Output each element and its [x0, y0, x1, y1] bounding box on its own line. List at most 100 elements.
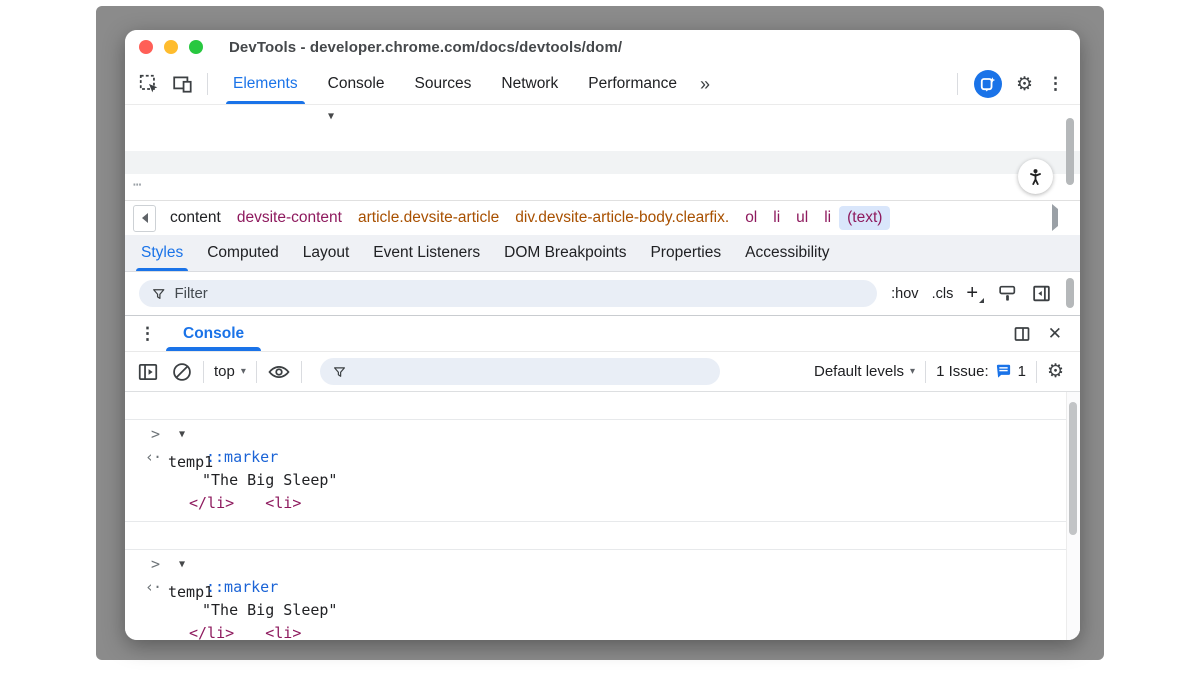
sidebar-pane-tabs: Styles Computed Layout Event Listeners D… [125, 235, 1080, 272]
toolbar-separator [957, 73, 958, 95]
breadcrumb-li2[interactable]: li [816, 206, 839, 230]
tab-sources[interactable]: Sources [400, 64, 487, 104]
result-li-close: </li> [189, 624, 234, 640]
dom-node-li-close[interactable]: </li> [125, 174, 1080, 197]
close-window-button[interactable] [139, 40, 153, 54]
console-result-message[interactable]: ‹· ▼ <li> ::marker "The Big Sleep" </li> [125, 420, 1080, 522]
javascript-context-dropdown[interactable]: top▾ [214, 363, 246, 380]
result-text: "The Big Sleep" [202, 601, 337, 619]
tab-console[interactable]: Console [313, 64, 400, 104]
tab-performance[interactable]: Performance [573, 64, 692, 104]
console-filter-input[interactable] [355, 363, 708, 380]
toolbar-separator [925, 361, 926, 383]
device-toolbar-icon[interactable] [169, 70, 197, 98]
element-classes-button[interactable]: .cls [932, 286, 954, 302]
ai-assistance-icon[interactable] [974, 70, 1002, 98]
styles-filter-bar: :hov .cls + [125, 272, 1080, 315]
dom-node-text-selected[interactable]: ⋯ "The Big Sleep"==$0 [125, 151, 1080, 174]
styles-toolbar-controls: :hov .cls + [891, 282, 1052, 305]
console-output: > temp1 ‹· ▼ <li> ::marker "The Big Slee… [125, 392, 1080, 640]
result-text: "The Big Sleep" [202, 471, 337, 489]
toolbar-separator [301, 361, 302, 383]
toolbar-separator [256, 361, 257, 383]
elements-scrollbar-thumb[interactable] [1066, 118, 1074, 185]
styles-scrollbar-thumb[interactable] [1066, 278, 1074, 308]
filter-funnel-icon [151, 286, 166, 302]
tab-network[interactable]: Network [486, 64, 573, 104]
breadcrumb-text-selected[interactable]: (text) [839, 206, 890, 230]
drawer-right-controls: ✕ [1012, 324, 1062, 344]
devtools-window: DevTools - developer.chrome.com/docs/dev… [125, 30, 1080, 640]
toolbar-separator [207, 73, 208, 95]
drawer-header: ⋮ Console ✕ [125, 315, 1080, 352]
more-tabs-icon[interactable]: » [692, 74, 718, 95]
computed-sidebar-toggle-icon[interactable] [1031, 283, 1052, 304]
tab-styles[interactable]: Styles [129, 235, 195, 271]
toolbar-right-tools: ⚙ ⋮ [955, 70, 1064, 98]
styles-filter-field[interactable] [139, 280, 877, 307]
console-result-message[interactable]: ‹· ▼ <li> ::marker "The Big Sleep" </li> [125, 550, 1080, 640]
console-scrollbar[interactable] [1066, 392, 1080, 640]
accessibility-fab-button[interactable] [1018, 159, 1053, 194]
tab-properties[interactable]: Properties [638, 235, 733, 271]
tab-elements[interactable]: Elements [218, 64, 313, 104]
console-sidebar-icon[interactable] [137, 361, 159, 383]
console-input-echo[interactable]: > temp1 [125, 522, 1080, 550]
filter-funnel-icon [332, 364, 347, 380]
close-drawer-icon[interactable]: ✕ [1048, 324, 1062, 344]
styles-filter-input[interactable] [174, 285, 865, 302]
drawer-kebab-menu-icon[interactable]: ⋮ [139, 324, 156, 344]
collapse-arrow-icon[interactable]: ▼ [179, 553, 185, 576]
breadcrumb-forward-icon[interactable] [1052, 209, 1072, 227]
result-marker: ::marker [206, 578, 278, 596]
toolbar-separator [1036, 361, 1037, 383]
settings-gear-icon[interactable]: ⚙ [1016, 75, 1033, 94]
console-input-echo[interactable]: > temp1 [125, 392, 1080, 420]
issue-message-icon [995, 363, 1012, 380]
tab-event-listeners[interactable]: Event Listeners [361, 235, 492, 271]
inspect-element-icon[interactable] [135, 70, 163, 98]
dom-node-li-open[interactable]: ▼ <li> [125, 105, 1080, 128]
breadcrumb-devsite-content[interactable]: devsite-content [229, 206, 350, 230]
live-expression-eye-icon[interactable] [267, 360, 291, 384]
result-marker: ::marker [206, 448, 278, 466]
breadcrumb-ol[interactable]: ol [737, 206, 765, 230]
chevron-down-icon: ▾ [910, 366, 915, 377]
dom-breadcrumbs: content devsite-content article.devsite-… [125, 200, 1080, 235]
elements-dom-tree: ▼ <li> ::marker ⋯ "The Big Sleep"==$0 </… [125, 105, 1080, 200]
rendering-emulations-icon[interactable] [997, 283, 1018, 304]
kebab-menu-icon[interactable]: ⋮ [1047, 74, 1064, 94]
console-filter-field[interactable] [320, 358, 720, 385]
clear-console-icon[interactable] [171, 361, 193, 383]
breadcrumb-content[interactable]: content [162, 206, 229, 230]
collapse-arrow-icon[interactable]: ▼ [179, 423, 185, 446]
breadcrumb-ul[interactable]: ul [788, 206, 816, 230]
toggle-element-state-button[interactable]: :hov [891, 286, 918, 302]
tab-accessibility[interactable]: Accessibility [733, 235, 841, 271]
window-title: DevTools - developer.chrome.com/docs/dev… [229, 39, 622, 56]
collapse-arrow-icon[interactable]: ▼ [328, 105, 334, 128]
dom-node-marker[interactable]: ::marker [125, 128, 1080, 151]
tab-dom-breakpoints[interactable]: DOM Breakpoints [492, 235, 638, 271]
panel-tabs: Elements Console Sources Network Perform… [218, 64, 692, 104]
new-style-rule-button[interactable]: + [966, 282, 984, 305]
maximize-window-button[interactable] [189, 40, 203, 54]
breadcrumb-back-icon[interactable] [133, 205, 156, 232]
breadcrumb-article[interactable]: article.devsite-article [350, 206, 507, 230]
tab-layout[interactable]: Layout [291, 235, 362, 271]
breadcrumb-div[interactable]: div.devsite-article-body.clearfix. [507, 206, 737, 230]
console-toolbar: top▾ Default levels▾ 1 Issue: 1 ⚙ [125, 352, 1080, 392]
log-levels-dropdown[interactable]: Default levels▾ [814, 363, 915, 380]
console-settings-gear-icon[interactable]: ⚙ [1047, 362, 1064, 381]
console-scrollbar-thumb[interactable] [1069, 402, 1077, 535]
toolbar-separator [203, 361, 204, 383]
issues-counter[interactable]: 1 Issue: 1 [936, 363, 1026, 380]
tab-computed[interactable]: Computed [195, 235, 291, 271]
breadcrumb-li[interactable]: li [765, 206, 788, 230]
titlebar: DevTools - developer.chrome.com/docs/dev… [125, 30, 1080, 64]
minimize-window-button[interactable] [164, 40, 178, 54]
result-li-close: </li> [189, 494, 234, 512]
chevron-down-icon: ▾ [241, 366, 246, 377]
drawer-tab-console[interactable]: Console [166, 316, 261, 351]
split-panel-icon[interactable] [1012, 324, 1032, 344]
